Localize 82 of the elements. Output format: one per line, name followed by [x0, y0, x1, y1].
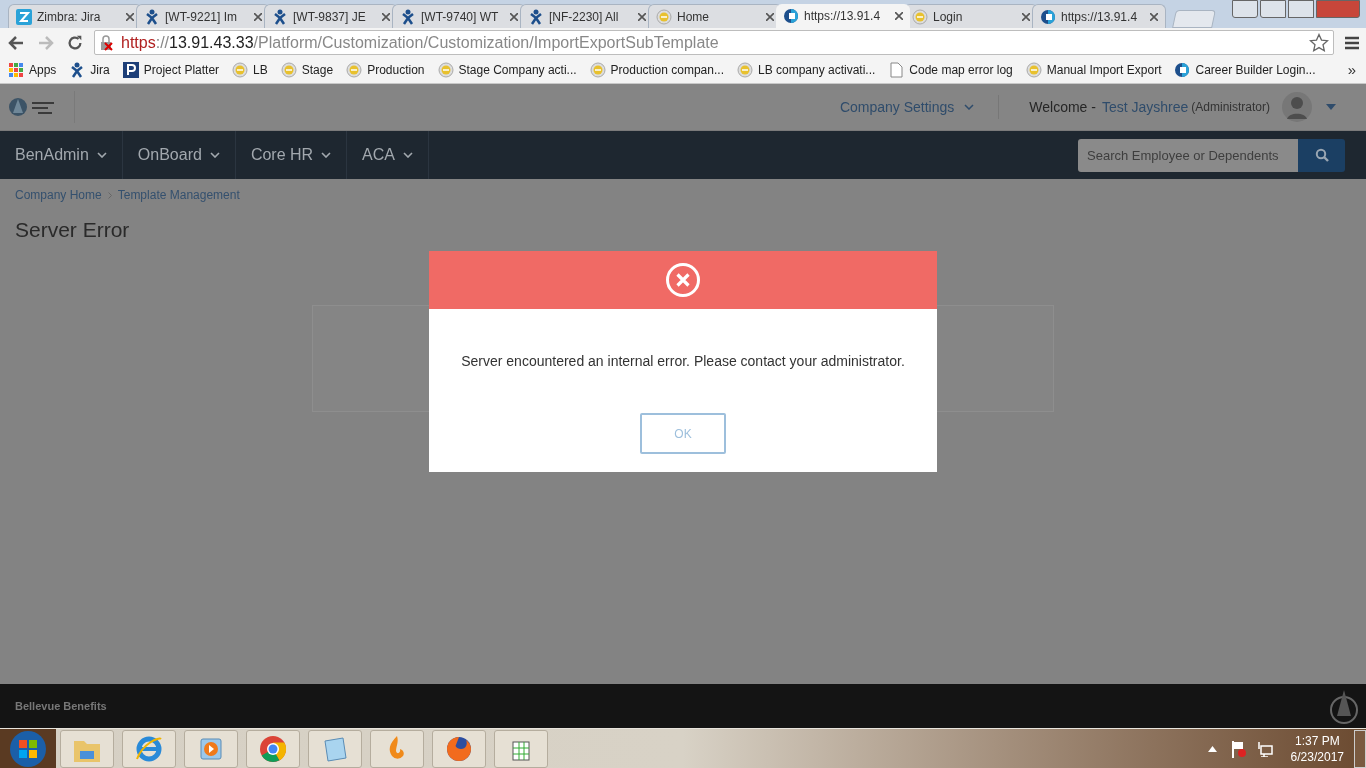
close-icon[interactable]: [895, 12, 903, 20]
close-icon[interactable]: [1150, 12, 1158, 21]
url-text: https://13.91.43.33/Platform/Customization/Customization/ImportExportSubTemplate: [121, 32, 719, 53]
bookmark[interactable]: Manual Import Export: [1025, 61, 1162, 79]
jira-icon: [144, 8, 160, 25]
nav-menu[interactable]: BenAdmin: [0, 131, 123, 179]
badge-icon: [280, 62, 297, 78]
badge-icon: [437, 62, 454, 78]
close-icon[interactable]: [126, 12, 134, 21]
bookmark[interactable]: Stage: [280, 61, 334, 79]
tray-arrow-icon[interactable]: [1207, 745, 1217, 752]
profile-button[interactable]: [1232, 0, 1258, 18]
taskbar-button[interactable]: [246, 729, 300, 768]
badge-icon: [1025, 62, 1042, 78]
page-icon: [888, 62, 905, 78]
more-bookmarks[interactable]: »: [1347, 58, 1356, 82]
badge-icon: [736, 62, 753, 78]
flag-icon[interactable]: [1230, 739, 1247, 758]
bookmark[interactable]: Career Builder Login...: [1174, 61, 1316, 79]
error-message: Server encountered an internal error. Please contact your administrator.: [460, 352, 906, 371]
minimize-button[interactable]: [1260, 0, 1286, 18]
start-button[interactable]: [9, 729, 47, 768]
p-icon: [122, 62, 139, 78]
badge-icon: [656, 8, 672, 25]
footer-text: Bellevue Benefits: [15, 698, 107, 714]
site-icon: [783, 8, 799, 24]
taskbar-button[interactable]: [432, 729, 486, 768]
clock[interactable]: 1:37 PM 6/23/2017: [1290, 732, 1344, 765]
close-icon[interactable]: [254, 12, 262, 21]
search-icon: [1314, 148, 1329, 162]
address-bar[interactable]: https://13.91.43.33/Platform/Customization/Customization/ImportExportSubTemplate: [94, 30, 1334, 55]
browser-tab[interactable]: https://13.91.4: [1032, 4, 1166, 28]
chevron-down-icon: [209, 152, 220, 158]
badge-icon: [912, 8, 928, 25]
bookmark[interactable]: Project Platter: [122, 61, 220, 79]
badge-icon: [346, 62, 363, 78]
badge-icon: [589, 62, 606, 78]
show-desktop-button[interactable]: [1354, 729, 1366, 768]
close-icon[interactable]: [1022, 12, 1030, 21]
chevron-down-icon: [964, 104, 975, 110]
menu-icon[interactable]: [1344, 34, 1360, 51]
page-title: Server Error: [15, 217, 131, 243]
site-icon: [1174, 62, 1191, 78]
browser-tab[interactable]: https://13.91.4: [776, 4, 910, 28]
search-button[interactable]: [1298, 138, 1345, 172]
bookmark[interactable]: LB company activati...: [736, 61, 876, 79]
bookmark[interactable]: Production: [346, 61, 425, 79]
jira-icon: [400, 8, 416, 25]
close-icon[interactable]: [382, 12, 390, 21]
chevron-down-icon: [96, 152, 107, 158]
error-icon: [665, 262, 701, 298]
taskbar-button[interactable]: [122, 729, 176, 768]
close-icon[interactable]: [638, 12, 646, 21]
bookmark[interactable]: Production compan...: [589, 61, 724, 79]
star-icon[interactable]: [1309, 32, 1329, 53]
close-icon[interactable]: [510, 12, 518, 21]
bookmark[interactable]: Apps: [8, 61, 57, 79]
chevron-down-icon: [403, 152, 413, 158]
user-role: (Administrator): [1191, 99, 1270, 116]
chevron-down-icon: [321, 152, 332, 158]
close-icon[interactable]: [766, 12, 774, 21]
welcome-label: Welcome -: [1029, 97, 1096, 117]
bookmark[interactable]: Jira: [69, 61, 110, 79]
apps-icon: [8, 62, 24, 78]
site-icon: [1040, 8, 1056, 25]
network-icon[interactable]: [1256, 740, 1273, 757]
bookmark[interactable]: LB: [232, 61, 268, 79]
bookmark[interactable]: Code map error log: [888, 61, 1013, 79]
jira-icon: [272, 8, 288, 25]
bookmark[interactable]: Stage Company acti...: [437, 61, 577, 79]
badge-icon: [232, 62, 249, 78]
maximize-button[interactable]: [1288, 0, 1314, 18]
nav-menu[interactable]: Core HR: [235, 131, 348, 179]
taskbar-button[interactable]: [60, 729, 114, 768]
reload-icon[interactable]: [66, 33, 84, 52]
nav-menu[interactable]: OnBoard: [122, 131, 236, 179]
nav-menu[interactable]: ACA: [347, 131, 429, 179]
taskbar-button[interactable]: [494, 729, 548, 768]
jira-icon: [528, 8, 544, 25]
search-field[interactable]: Search Employee or Dependents: [1078, 138, 1298, 172]
chevron-right-icon: [107, 191, 112, 199]
z-icon: [16, 8, 32, 25]
